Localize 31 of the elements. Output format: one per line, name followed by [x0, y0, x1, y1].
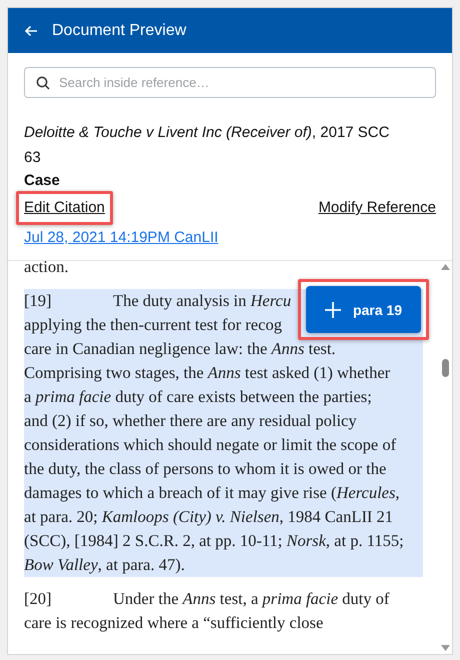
- text-line: Comprising two stages, the Anns test asked (1) whether: [24, 362, 390, 384]
- text-line: damages to which a breach of it may give rise (Hercules,: [24, 482, 400, 504]
- text-line: the duty, the class of persons to whom it is owed or the: [24, 458, 386, 480]
- text-line: Bow Valley, at para. 47).: [24, 554, 185, 576]
- back-arrow-icon[interactable]: [24, 24, 38, 36]
- text-line: considerations which should negate or limit the scope of: [24, 434, 396, 456]
- text-line: care is recognized where a “sufficiently close: [24, 612, 324, 634]
- source-date-link[interactable]: Jul 28, 2021 14:19PM CanLII: [24, 228, 218, 248]
- scroll-up-icon[interactable]: [440, 264, 450, 270]
- search-field[interactable]: Search inside reference…: [24, 67, 436, 98]
- add-paragraph-button[interactable]: para 19: [306, 286, 421, 333]
- text-line: (SCC), [1984] 2 S.C.R. 2, at pp. 10-11; Norsk, at p. 1155;: [24, 530, 404, 552]
- text-line: and (2) if so, whether there are any residual policy: [24, 410, 357, 432]
- text-line: applying the then-current test for recog: [24, 314, 282, 336]
- modify-reference-link[interactable]: Modify Reference: [318, 198, 436, 218]
- page-title: Document Preview: [52, 22, 186, 40]
- citation-text: Deloitte & Touche v Livent Inc (Receiver of), 2017 SCC 63: [24, 123, 390, 168]
- text-line: at para. 20; Kamloops (City) v. Nielsen, 1984 CanLII 21: [24, 506, 394, 528]
- paragraph-number: [20]: [24, 588, 52, 610]
- text-line: action.: [24, 261, 68, 278]
- scrollbar-thumb[interactable]: [442, 358, 448, 376]
- plus-icon: [324, 302, 341, 318]
- text-line: care in Canadian negligence law: the Anns test.: [24, 338, 336, 360]
- document-type: Case: [24, 171, 61, 191]
- text-line: The duty analysis in Hercu: [113, 290, 292, 312]
- text-line: Under the Anns test, a prima facie duty of: [113, 588, 390, 610]
- text-line: a prima facie duty of care exists between the parties;: [24, 386, 372, 408]
- search-icon: [36, 76, 50, 90]
- edit-citation-link[interactable]: Edit Citation: [24, 198, 105, 218]
- scroll-down-icon[interactable]: [440, 645, 450, 651]
- paragraph-number: [19]: [24, 290, 52, 312]
